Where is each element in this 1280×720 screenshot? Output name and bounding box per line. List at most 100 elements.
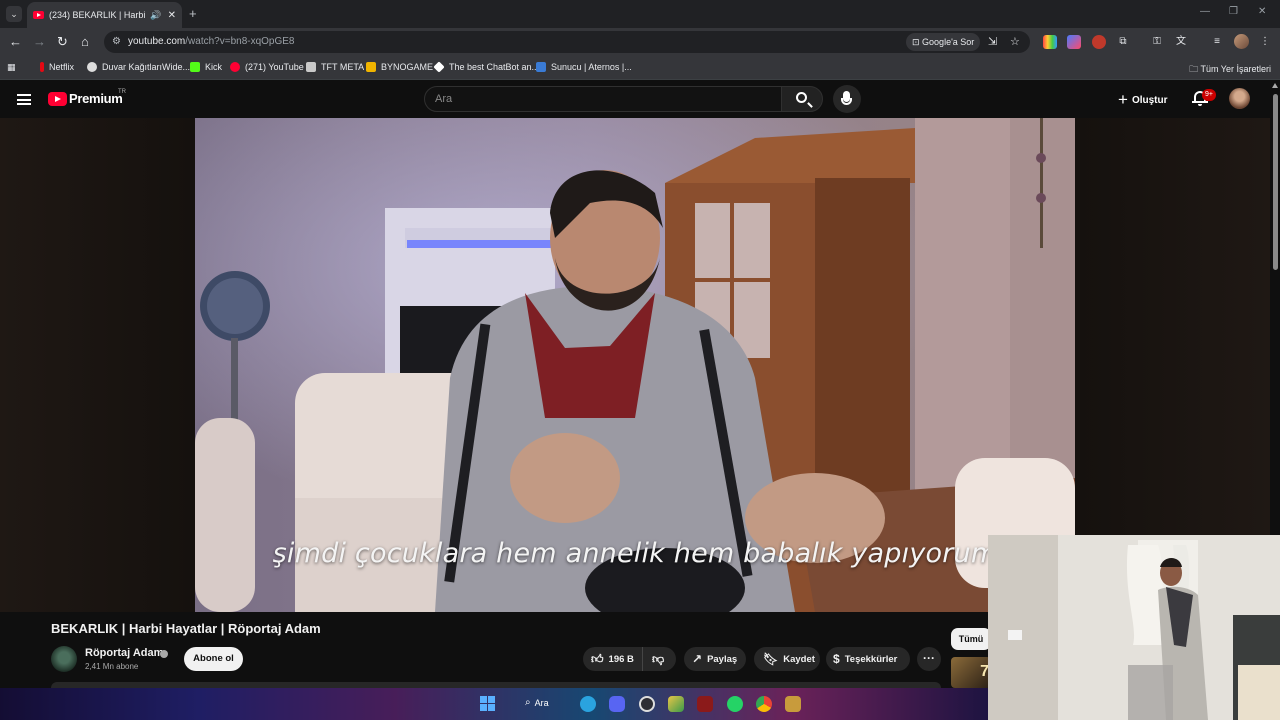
all-bookmarks-folder[interactable]: 🗀 Tüm Yer İşaretleri [1189, 62, 1271, 78]
bookmark-kick[interactable]: Kick [190, 62, 222, 72]
restore-window-icon[interactable]: ❐ [1229, 6, 1238, 17]
browser-tab-active[interactable]: (234) BEKARLIK | Harbi Hayatlar | Röport… [27, 2, 182, 28]
back-arrow-icon[interactable]: ← [9, 34, 22, 50]
browser-menu-icon[interactable]: ⋮ [1258, 35, 1272, 49]
share-arrow-icon: ↗ [692, 652, 703, 666]
channel-name[interactable]: Röportaj Adam [85, 647, 163, 659]
youtube-icon [230, 62, 240, 72]
bookmark-wallpaper[interactable]: Duvar KağıtlarıWide... [87, 62, 190, 72]
youtube-brand[interactable]: Premium [69, 91, 123, 106]
forward-arrow-icon[interactable]: → [33, 34, 46, 50]
bookmarks-bar: ▦ Netflix Duvar KağıtlarıWide... Kick (2… [0, 56, 1280, 80]
clock-app-icon[interactable] [639, 696, 655, 712]
tft-icon [306, 62, 316, 72]
search-field[interactable] [424, 86, 782, 112]
kick-icon [190, 62, 200, 72]
extensions-puzzle-icon[interactable]: ⧉ [1116, 35, 1130, 49]
google-ask-button[interactable]: ⊡ Google'a Sor [906, 33, 981, 51]
notifications-badge: 9+ [1202, 89, 1216, 101]
valorant-icon[interactable] [697, 696, 713, 712]
verified-check-icon [160, 650, 168, 658]
dislike-thumbs-down-icon[interactable]: 👎︎ [643, 652, 664, 667]
more-actions-icon[interactable]: ··· [917, 647, 941, 671]
new-tab-plus-icon[interactable]: + [189, 6, 197, 21]
reload-icon[interactable]: ↻ [57, 34, 68, 50]
url-text[interactable]: youtube.com/watch?v=bn8-xqOpGE8 [128, 36, 295, 47]
plus-icon: + [1118, 90, 1128, 109]
thanks-button[interactable]: $ Teşekkürler [826, 647, 910, 671]
microphone-stand [841, 98, 852, 105]
like-button[interactable]: 👍︎ 196 B [583, 647, 643, 671]
youtube-logo-icon[interactable] [48, 92, 67, 106]
like-count: 196 B [608, 653, 634, 665]
whatsapp-icon[interactable] [727, 696, 743, 712]
account-avatar[interactable] [1229, 88, 1250, 109]
minimize-window-icon[interactable]: — [1200, 6, 1210, 17]
windows-start-icon[interactable] [480, 696, 495, 711]
taskbar-search[interactable]: ⌕ Ara [525, 697, 549, 708]
speaker-icon[interactable]: 🔊 [150, 10, 161, 21]
wallpaper-icon [87, 62, 97, 72]
bookmark-youtube[interactable]: (271) YouTube [230, 62, 304, 72]
close-window-icon[interactable]: ✕ [1258, 6, 1266, 17]
thumbs-up-icon: 👍︎ [591, 652, 604, 666]
browser-tab-bar: ⌄ (234) BEKARLIK | Harbi Hayatlar | Röpo… [0, 0, 1280, 28]
video-title: BEKARLIK | Harbi Hayatlar | Röportaj Ada… [51, 621, 321, 636]
like-dislike-group: 👍︎ 196 B 👎︎ [583, 647, 676, 671]
bynogame-icon [366, 62, 376, 72]
bookmark-icon: 🔖︎ [763, 652, 779, 666]
apps-grid-icon[interactable]: ▦ [7, 62, 16, 73]
address-bar[interactable]: ⚙ youtube.com/watch?v=bn8-xqOpGE8 ⊡ Goog… [104, 31, 1030, 53]
search-input[interactable] [425, 87, 781, 111]
folder-icon: 🗀 [1189, 64, 1201, 74]
install-app-icon[interactable]: ⇲ [988, 35, 997, 48]
bookmark-star-icon[interactable]: ☆ [1010, 35, 1020, 48]
browser-profile-avatar[interactable] [1234, 34, 1249, 49]
video-subtitle: şimdi çocuklara hem annelik hem babalık … [272, 538, 998, 569]
share-label: Paylaş [707, 653, 738, 665]
tab-search-button[interactable]: ⌄ [6, 6, 22, 22]
taskbar-search-icon: ⌕ [525, 697, 531, 708]
voice-search-button[interactable] [833, 85, 861, 113]
bookmark-tft-meta[interactable]: TFT META [306, 62, 364, 72]
bookmark-chatbot[interactable]: The best ChatBot an... [433, 61, 539, 73]
league-of-legends-icon[interactable] [785, 696, 801, 712]
translate-icon[interactable]: 文 [1174, 35, 1188, 49]
scrollbar-thumb[interactable] [1273, 94, 1278, 270]
pip-video-frame [988, 535, 1280, 720]
share-button[interactable]: ↗ Paylaş [684, 647, 746, 671]
chatbot-icon [433, 61, 445, 73]
scroll-up-arrow-icon[interactable] [1272, 83, 1278, 88]
media-control-icon[interactable]: ≡ [1210, 35, 1224, 49]
recommended-video-thumbnail[interactable]: 7 [951, 657, 991, 688]
save-button[interactable]: 🔖︎ Kaydet [754, 647, 820, 671]
adblock-extension-icon[interactable] [1092, 35, 1106, 49]
color-extension-icon[interactable] [1043, 35, 1057, 49]
password-key-icon[interactable]: ⚿ [1150, 35, 1164, 49]
close-tab-icon[interactable]: ✕ [168, 10, 176, 21]
youtube-favicon-icon [33, 11, 44, 19]
video-player[interactable]: şimdi çocuklara hem annelik hem babalık … [195, 118, 1075, 612]
menu-hamburger-icon[interactable] [17, 94, 31, 105]
save-label: Kaydet [783, 653, 815, 665]
telegram-icon[interactable] [580, 696, 596, 712]
create-button[interactable]: + Oluştur [1118, 90, 1168, 110]
search-icon [796, 92, 807, 103]
search-button[interactable] [781, 86, 823, 112]
chrome-icon[interactable] [756, 696, 772, 712]
filter-chip-all[interactable]: Tümü [951, 628, 991, 650]
bookmark-netflix[interactable]: Netflix [40, 62, 74, 72]
home-icon[interactable]: ⌂ [81, 34, 89, 50]
extension-icon[interactable] [1067, 35, 1081, 49]
discord-icon[interactable] [609, 696, 625, 712]
channel-avatar[interactable] [51, 646, 77, 672]
thanks-label: Teşekkürler [844, 653, 898, 665]
bookmark-aternos[interactable]: Sunucu | Aternos |... [536, 62, 632, 72]
region-code: TR [118, 89, 126, 95]
picture-in-picture-player[interactable] [988, 535, 1280, 720]
thanks-dollar-icon: $ [833, 652, 840, 666]
subscribe-button[interactable]: Abone ol [184, 647, 243, 671]
bookmark-bynogame[interactable]: BYNOGAME [366, 62, 433, 72]
game-launcher-icon[interactable] [668, 696, 684, 712]
site-settings-icon[interactable]: ⚙ [112, 36, 121, 47]
